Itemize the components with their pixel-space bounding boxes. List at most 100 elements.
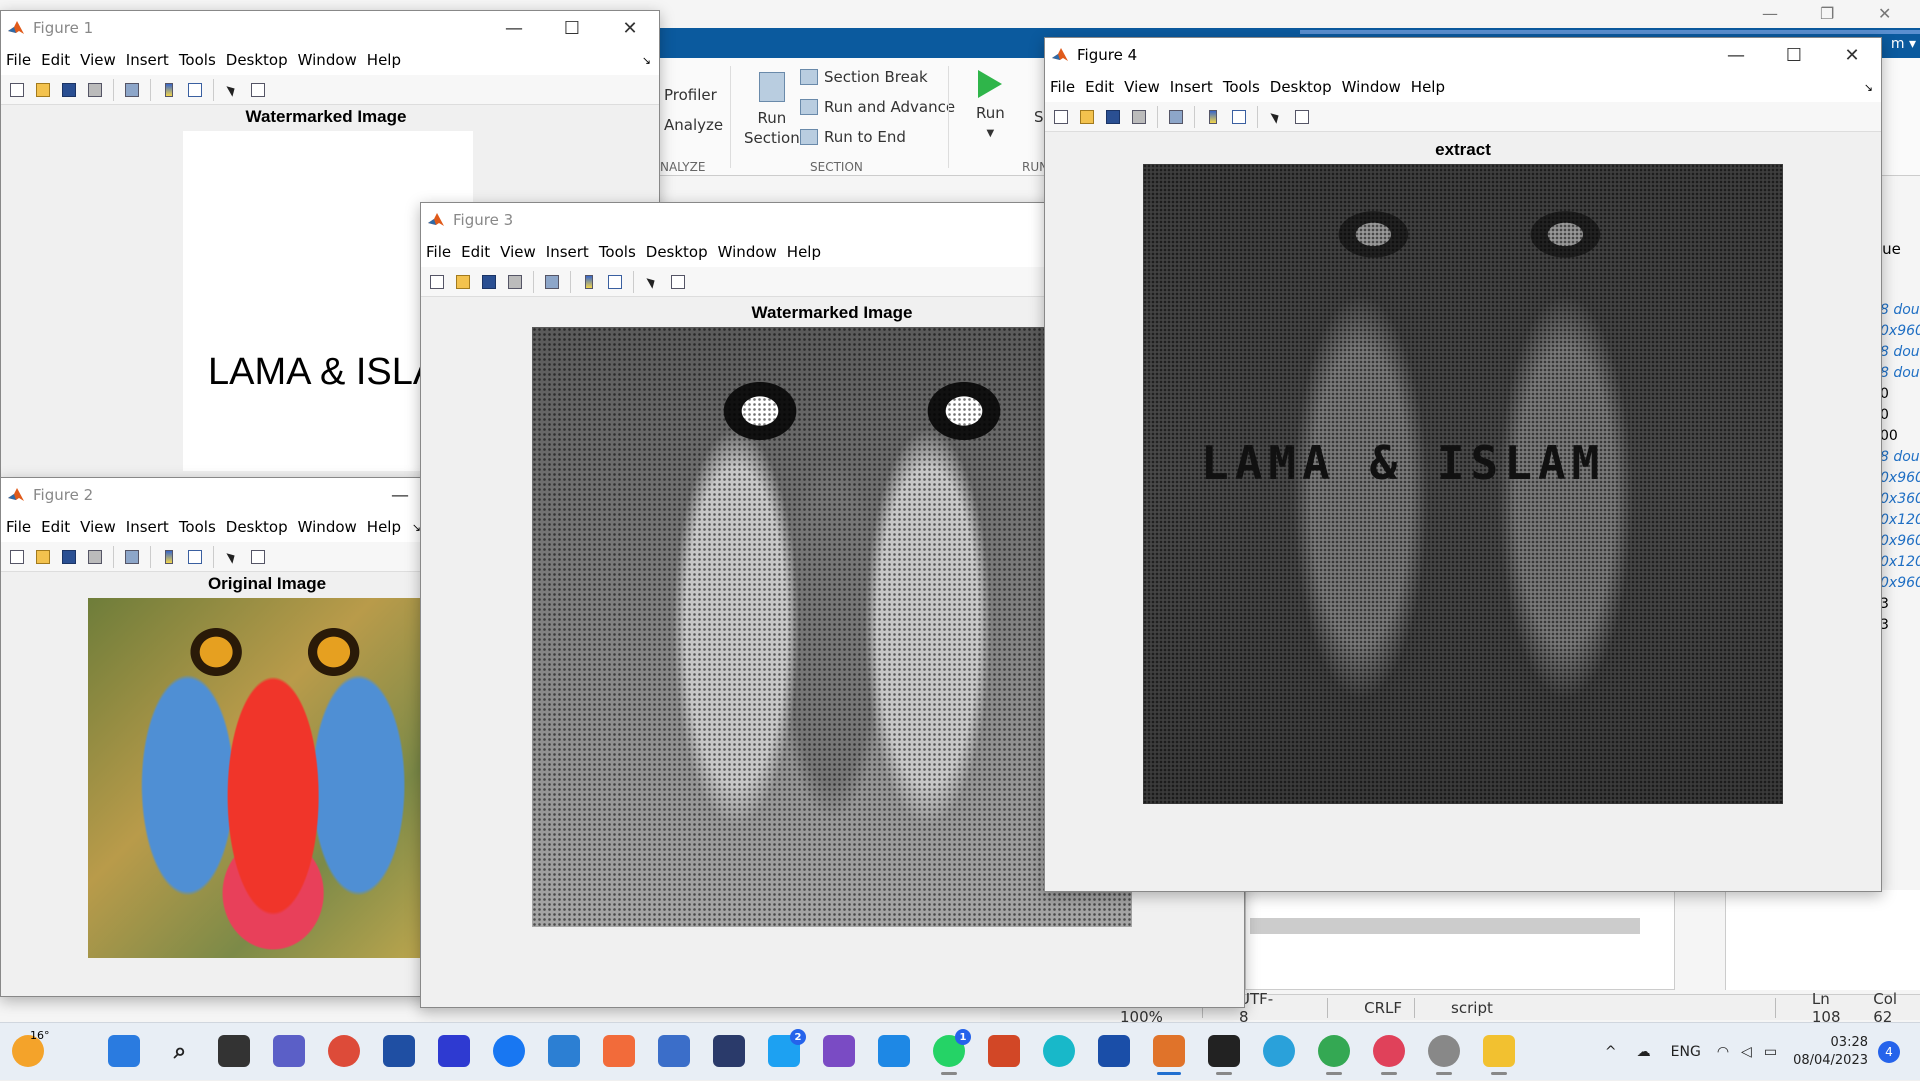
- menu-window[interactable]: Window: [297, 51, 366, 69]
- app-icon[interactable]: [548, 1035, 580, 1067]
- menu-view[interactable]: View: [79, 518, 125, 536]
- file-explorer-icon[interactable]: [1483, 1035, 1515, 1075]
- figure-4-window[interactable]: Figure 4 — ☐ ✕ File Edit View Insert Tools De…: [1044, 37, 1882, 892]
- notification-badge[interactable]: 4: [1878, 1041, 1900, 1063]
- language-indicator[interactable]: ENG: [1661, 1044, 1711, 1060]
- menu-file[interactable]: File: [5, 518, 40, 536]
- menu-tools[interactable]: Tools: [178, 51, 225, 69]
- telegram-icon[interactable]: [1263, 1035, 1295, 1067]
- minimize-icon[interactable]: —: [485, 11, 543, 45]
- workspace-value[interactable]: 3: [1880, 594, 1920, 615]
- menu-desktop[interactable]: Desktop: [1269, 78, 1341, 96]
- menu-file[interactable]: File: [425, 243, 460, 261]
- workspace-value[interactable]: 0x960: [1880, 573, 1920, 594]
- menu-view[interactable]: View: [79, 51, 125, 69]
- workspace-value[interactable]: 0: [1880, 384, 1920, 405]
- start-icon[interactable]: [108, 1035, 140, 1067]
- network-cloud-icon[interactable]: ☁: [1627, 1044, 1661, 1060]
- dock-figure-icon[interactable]: [1290, 106, 1314, 128]
- link-plot-icon[interactable]: [540, 271, 564, 293]
- battery-icon[interactable]: ▭: [1758, 1044, 1783, 1060]
- run-dropdown-icon[interactable]: ▼: [987, 128, 995, 139]
- devcpp-icon[interactable]: [713, 1035, 745, 1067]
- run-and-advance-button[interactable]: Run and Advance: [800, 98, 955, 116]
- app-icon[interactable]: [1098, 1035, 1130, 1067]
- print-icon[interactable]: [503, 271, 527, 293]
- print-icon[interactable]: [83, 546, 107, 568]
- dock-figure-icon[interactable]: [246, 546, 270, 568]
- insert-colorbar-icon[interactable]: [577, 271, 601, 293]
- save-icon[interactable]: [477, 271, 501, 293]
- menu-help[interactable]: Help: [786, 243, 830, 261]
- new-figure-icon[interactable]: [425, 271, 449, 293]
- analyze-button[interactable]: Analyze: [664, 116, 723, 134]
- profiler-button[interactable]: Profiler: [664, 86, 717, 104]
- open-file-icon[interactable]: [31, 79, 55, 101]
- menu-tools[interactable]: Tools: [178, 518, 225, 536]
- print-icon[interactable]: [83, 79, 107, 101]
- menu-file[interactable]: File: [5, 51, 40, 69]
- new-figure-icon[interactable]: [1049, 106, 1073, 128]
- menu-desktop[interactable]: Desktop: [225, 51, 297, 69]
- menu-insert[interactable]: Insert: [125, 518, 178, 536]
- workspace-value[interactable]: 8 dou: [1880, 300, 1920, 321]
- menu-insert[interactable]: Insert: [125, 51, 178, 69]
- search-icon[interactable]: ⌕: [164, 1035, 196, 1067]
- dock-arrow-icon[interactable]: ↘: [1863, 81, 1881, 94]
- menu-edit[interactable]: Edit: [40, 51, 79, 69]
- close-icon[interactable]: ✕: [1823, 38, 1881, 72]
- menu-window[interactable]: Window: [297, 518, 366, 536]
- user-menu[interactable]: m ▾: [1891, 36, 1916, 52]
- restore-icon[interactable]: ❐: [1820, 4, 1834, 23]
- menu-desktop[interactable]: Desktop: [225, 518, 297, 536]
- menu-edit[interactable]: Edit: [1084, 78, 1123, 96]
- minimize-icon[interactable]: —: [1707, 38, 1765, 72]
- print-icon[interactable]: [1127, 106, 1151, 128]
- dock-figure-icon[interactable]: [246, 79, 270, 101]
- open-file-icon[interactable]: [1075, 106, 1099, 128]
- chevron-up-icon[interactable]: ^: [1595, 1044, 1627, 1060]
- facebook-icon[interactable]: [493, 1035, 525, 1067]
- app-icon[interactable]: [1428, 1035, 1460, 1075]
- run-button[interactable]: Run ▼: [976, 70, 1005, 139]
- run-section-button[interactable]: Run Section: [744, 72, 800, 148]
- dock-figure-icon[interactable]: [666, 271, 690, 293]
- edit-plot-icon[interactable]: [220, 546, 244, 568]
- ribbon-partial-button[interactable]: S: [1034, 108, 1044, 126]
- app-icon[interactable]: [438, 1035, 470, 1067]
- insert-colorbar-icon[interactable]: [1201, 106, 1225, 128]
- link-plot-icon[interactable]: [1164, 106, 1188, 128]
- edit-plot-icon[interactable]: [1264, 106, 1288, 128]
- workspace-value[interactable]: 0x960: [1880, 321, 1920, 342]
- app-icon[interactable]: [658, 1035, 690, 1067]
- menu-help[interactable]: Help: [366, 518, 410, 536]
- insert-colorbar-icon[interactable]: [157, 79, 181, 101]
- workspace-value[interactable]: 0: [1880, 405, 1920, 426]
- figure-2-window[interactable]: Figure 2 — File Edit View Insert Tools Deskto…: [0, 477, 430, 997]
- menu-help[interactable]: Help: [366, 51, 410, 69]
- open-file-icon[interactable]: [31, 546, 55, 568]
- insert-legend-icon[interactable]: [1227, 106, 1251, 128]
- menu-file[interactable]: File: [1049, 78, 1084, 96]
- menu-tools[interactable]: Tools: [598, 243, 645, 261]
- task-view-icon[interactable]: [218, 1035, 250, 1067]
- workspace-value[interactable]: 00: [1880, 426, 1920, 447]
- chrome-icon[interactable]: [328, 1035, 360, 1067]
- command-window-area[interactable]: [1245, 890, 1675, 990]
- edit-plot-icon[interactable]: [640, 271, 664, 293]
- workspace-value[interactable]: 8 dou: [1880, 363, 1920, 384]
- workspace-value[interactable]: 3: [1880, 615, 1920, 636]
- whatsapp-icon[interactable]: 1: [933, 1029, 971, 1075]
- section-break-button[interactable]: Section Break: [800, 68, 928, 86]
- figure-2-titlebar[interactable]: Figure 2 —: [1, 478, 429, 512]
- figure-1-titlebar[interactable]: Figure 1 — ☐ ✕: [1, 11, 659, 45]
- insert-colorbar-icon[interactable]: [157, 546, 181, 568]
- save-icon[interactable]: [1101, 106, 1125, 128]
- store-icon[interactable]: [383, 1035, 415, 1067]
- link-plot-icon[interactable]: [120, 79, 144, 101]
- matlab-taskbar-icon[interactable]: [1153, 1035, 1185, 1075]
- menu-edit[interactable]: Edit: [460, 243, 499, 261]
- menu-help[interactable]: Help: [1410, 78, 1454, 96]
- figure-4-titlebar[interactable]: Figure 4 — ☐ ✕: [1045, 38, 1881, 72]
- dock-arrow-icon[interactable]: ↘: [641, 54, 659, 67]
